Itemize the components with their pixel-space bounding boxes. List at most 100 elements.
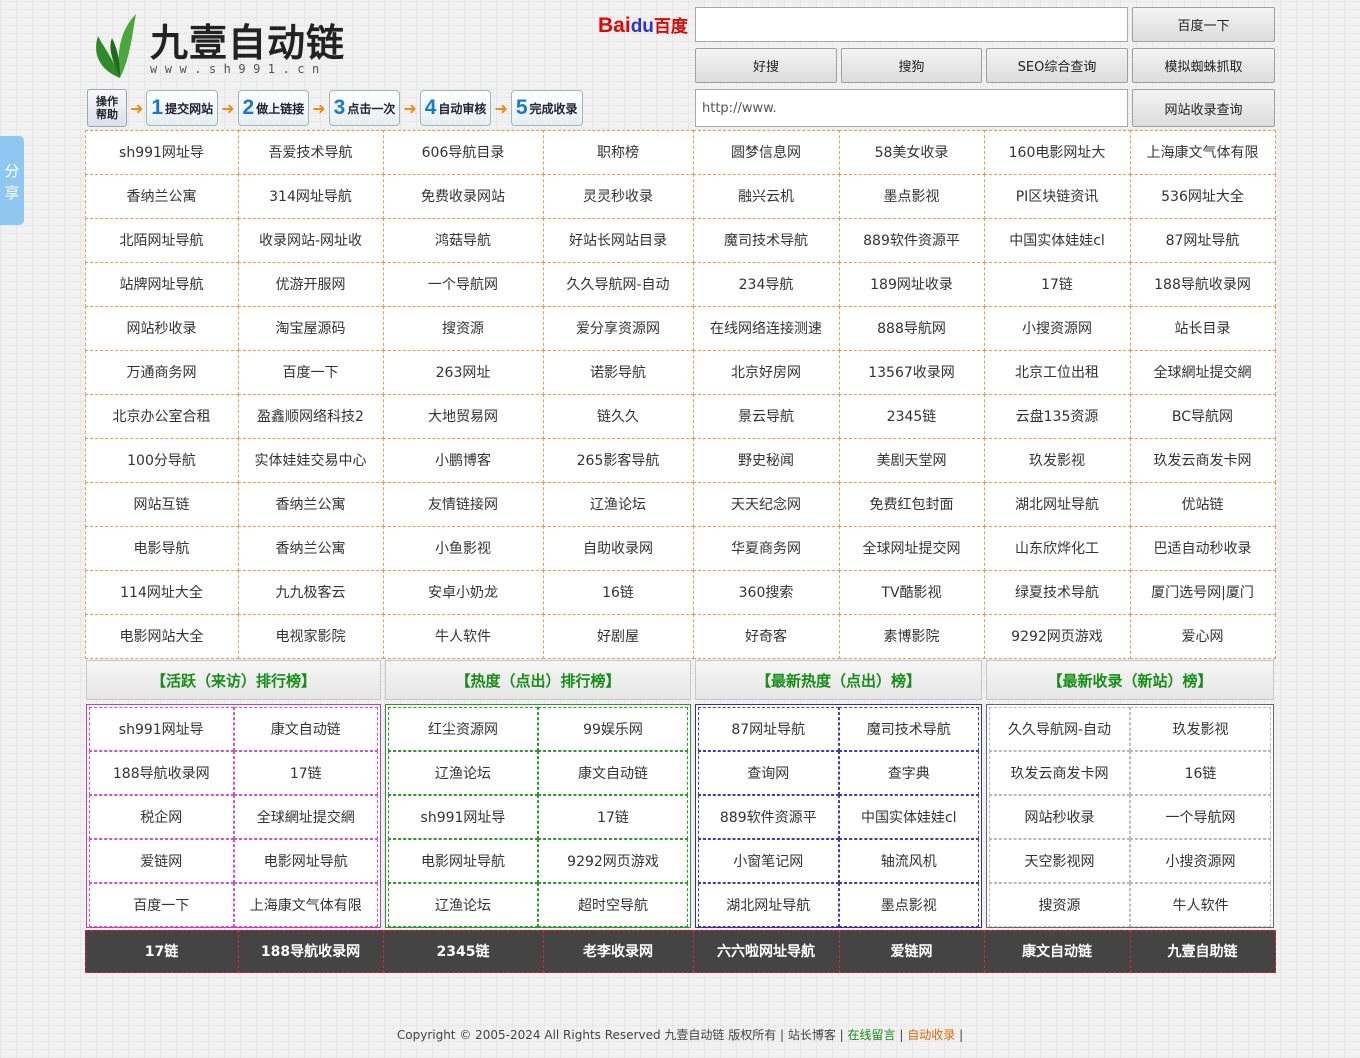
site-link[interactable]: 吾爱技术导航	[237, 129, 384, 175]
rank-link[interactable]: 牛人软件	[1130, 883, 1271, 927]
rank-link[interactable]: 辽渔论坛	[388, 883, 538, 927]
site-logo[interactable]: 九壹自动链 www.sh991.cn	[88, 8, 378, 82]
rank-link[interactable]: 查询网	[698, 751, 839, 795]
rank-link[interactable]: 电影网址导航	[233, 839, 378, 883]
site-index-query-button[interactable]: 网站收录查询	[1132, 89, 1275, 127]
rank-link[interactable]: 17链	[538, 795, 688, 839]
site-link[interactable]: 北京好房网	[692, 349, 840, 395]
rank-link[interactable]: 查字典	[838, 751, 979, 795]
site-link[interactable]: 536网址大全	[1129, 173, 1276, 219]
haosou-button[interactable]: 好搜	[695, 48, 837, 83]
featured-link[interactable]: 六六啦网址导航	[692, 929, 840, 973]
site-link[interactable]: 全球網址提交網	[1129, 349, 1276, 395]
site-link[interactable]: 盈鑫顺网络科技2	[237, 393, 384, 439]
site-link[interactable]: 诺影导航	[542, 349, 694, 395]
site-link[interactable]: 北京工位出租	[983, 349, 1131, 395]
rank-link[interactable]: 湖北网址导航	[698, 883, 839, 927]
rank-link[interactable]: 玖发云商发卡网	[989, 751, 1130, 795]
step-auto-review[interactable]: 4 自动审核	[419, 90, 492, 126]
rank-link[interactable]: 久久导航网-自动	[989, 707, 1130, 751]
site-link[interactable]: 189网址收录	[838, 261, 985, 307]
share-tab[interactable]: 分享	[0, 136, 24, 225]
site-link[interactable]: 在线网络连接测速	[692, 305, 840, 351]
seo-query-button[interactable]: SEO综合查询	[986, 48, 1128, 83]
rank-link[interactable]: 康文自动链	[233, 707, 378, 751]
site-link[interactable]: 160电影网址大	[983, 129, 1131, 175]
site-link[interactable]: 站牌网址导航	[84, 261, 239, 307]
site-link[interactable]: 小搜资源网	[983, 305, 1131, 351]
site-link[interactable]: 16链	[542, 569, 694, 615]
site-link[interactable]: 网站秒收录	[84, 305, 239, 351]
rank-link[interactable]: sh991网址导	[89, 707, 234, 751]
rank-link[interactable]: 康文自动链	[538, 751, 688, 795]
site-link[interactable]: 好奇客	[692, 613, 840, 659]
rank-link[interactable]: 电影网址导航	[388, 839, 538, 883]
site-link[interactable]: 电影导航	[84, 525, 239, 571]
site-link[interactable]: 华夏商务网	[692, 525, 840, 571]
site-link[interactable]: 巴适自动秒收录	[1129, 525, 1276, 571]
rank-link[interactable]: 9292网页游戏	[538, 839, 688, 883]
rank-link[interactable]: 16链	[1130, 751, 1271, 795]
rank-link[interactable]: sh991网址导	[388, 795, 538, 839]
site-link[interactable]: 玖发影视	[983, 437, 1131, 483]
rank-link[interactable]: 超时空导航	[538, 883, 688, 927]
footer-auto-index-link[interactable]: 自动收录	[907, 1028, 955, 1042]
rank-link[interactable]: 全球網址提交網	[233, 795, 378, 839]
site-link[interactable]: 站长目录	[1129, 305, 1276, 351]
rank-link[interactable]: 小窗笔记网	[698, 839, 839, 883]
site-link[interactable]: 圆梦信息网	[692, 129, 840, 175]
site-link[interactable]: 辽渔论坛	[542, 481, 694, 527]
site-link[interactable]: 友情链接网	[382, 481, 544, 527]
site-link[interactable]: 免费红包封面	[838, 481, 985, 527]
rank-link[interactable]: 玖发影视	[1130, 707, 1271, 751]
site-link[interactable]: 免费收录网站	[382, 173, 544, 219]
site-link[interactable]: 17链	[983, 261, 1131, 307]
rank-link[interactable]: 轴流风机	[838, 839, 979, 883]
rank-link[interactable]: 爱链网	[89, 839, 234, 883]
step-submit-site[interactable]: 1 提交网站	[146, 90, 219, 126]
site-link[interactable]: BC导航网	[1129, 393, 1276, 439]
site-link[interactable]: 美剧天堂网	[838, 437, 985, 483]
site-link[interactable]: 优站链	[1129, 481, 1276, 527]
rank-link[interactable]: 魔司技术导航	[838, 707, 979, 751]
site-link[interactable]: 263网址	[382, 349, 544, 395]
featured-link[interactable]: 老李收录网	[542, 929, 694, 973]
rank-link[interactable]: 188导航收录网	[89, 751, 234, 795]
site-link[interactable]: 百度一下	[237, 349, 384, 395]
site-link[interactable]: 一个导航网	[382, 261, 544, 307]
site-link[interactable]: 素博影院	[838, 613, 985, 659]
rank-link[interactable]: 一个导航网	[1130, 795, 1271, 839]
featured-link[interactable]: 188导航收录网	[237, 929, 384, 973]
site-link[interactable]: 爱心网	[1129, 613, 1276, 659]
site-link[interactable]: 万通商务网	[84, 349, 239, 395]
url-input[interactable]	[695, 89, 1128, 127]
site-link[interactable]: 100分导航	[84, 437, 239, 483]
rank-link[interactable]: 中国实体娃娃cl	[838, 795, 979, 839]
site-link[interactable]: 九九极客云	[237, 569, 384, 615]
site-link[interactable]: 优游开服网	[237, 261, 384, 307]
rank-link[interactable]: 百度一下	[89, 883, 234, 927]
site-link[interactable]: 云盘135资源	[983, 393, 1131, 439]
step-add-link[interactable]: 2 做上链接	[237, 90, 310, 126]
site-link[interactable]: 搜资源	[382, 305, 544, 351]
rank-link[interactable]: 17链	[233, 751, 378, 795]
site-link[interactable]: 鸿菇导航	[382, 217, 544, 263]
site-link[interactable]: 889软件资源平	[838, 217, 985, 263]
site-link[interactable]: 北陌网址导航	[84, 217, 239, 263]
step-click-once[interactable]: 3 点击一次	[328, 90, 401, 126]
site-link[interactable]: 小鹏博客	[382, 437, 544, 483]
featured-link[interactable]: 九壹自助链	[1129, 929, 1276, 973]
site-link[interactable]: 融兴云机	[692, 173, 840, 219]
featured-link[interactable]: 爱链网	[838, 929, 985, 973]
step-complete[interactable]: 5 完成收录	[510, 90, 583, 126]
site-link[interactable]: 上海康文气体有限	[1129, 129, 1276, 175]
site-link[interactable]: 玖发云商发卡网	[1129, 437, 1276, 483]
site-link[interactable]: 小鱼影视	[382, 525, 544, 571]
rank-link[interactable]: 小搜资源网	[1130, 839, 1271, 883]
site-link[interactable]: 中国实体娃娃cl	[983, 217, 1131, 263]
site-link[interactable]: 久久导航网-自动	[542, 261, 694, 307]
site-link[interactable]: sh991网址导	[84, 129, 239, 175]
site-link[interactable]: 自助收录网	[542, 525, 694, 571]
site-link[interactable]: 厦门选号网|厦门	[1129, 569, 1276, 615]
site-link[interactable]: 大地贸易网	[382, 393, 544, 439]
